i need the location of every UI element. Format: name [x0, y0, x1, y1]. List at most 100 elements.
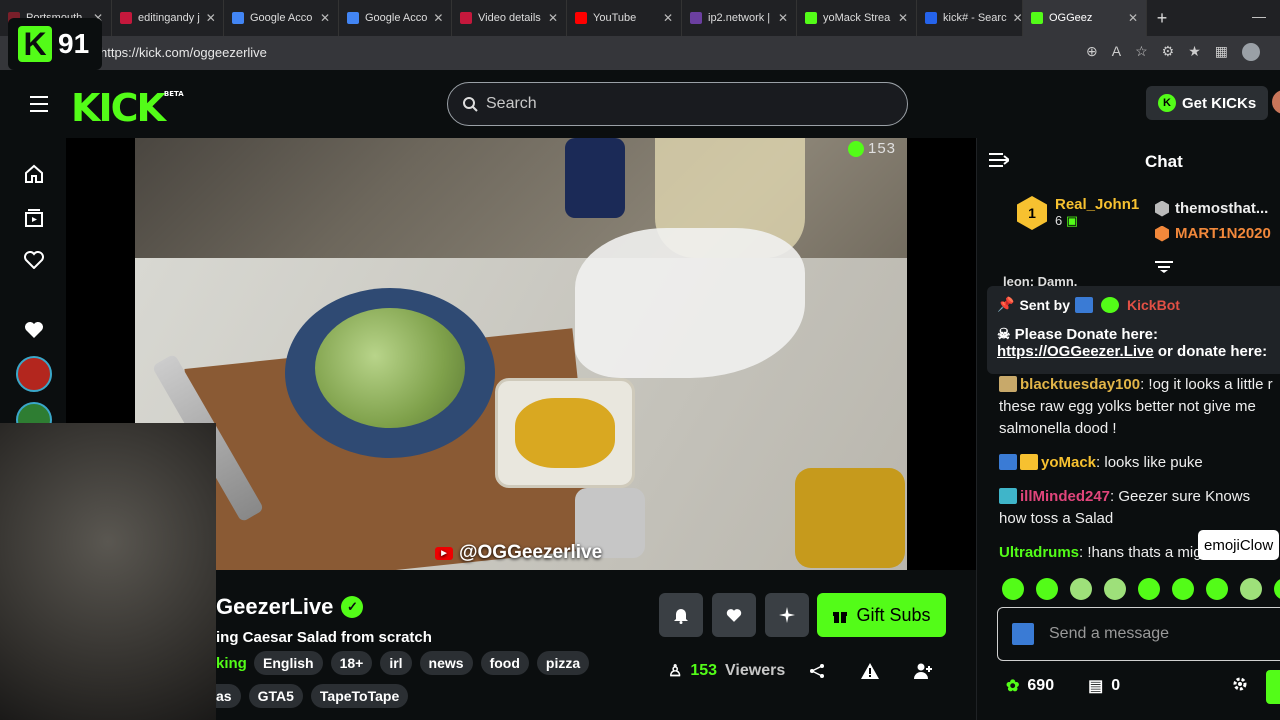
- chat-username[interactable]: yoMack: [1041, 454, 1096, 471]
- emote-icon[interactable]: [1172, 578, 1194, 600]
- stream-tag[interactable]: pizza: [536, 651, 590, 675]
- user-badge-icon: [999, 454, 1017, 470]
- stream-tag[interactable]: TapeToTape: [310, 684, 409, 708]
- stream-tag[interactable]: news: [419, 651, 473, 675]
- profile-avatar[interactable]: [1242, 43, 1260, 61]
- stream-info: GeezerLive ✓ ing Caesar Salad from scrat…: [216, 578, 976, 720]
- browser-tab[interactable]: Video details ✕: [452, 0, 567, 36]
- emote-icon[interactable]: [1240, 578, 1262, 600]
- chat-username[interactable]: blacktuesday100: [1020, 376, 1140, 393]
- drops-icon[interactable]: ▤: [1088, 676, 1103, 696]
- close-tab-icon[interactable]: ✕: [1013, 11, 1022, 25]
- channel-points: 690: [1027, 677, 1055, 694]
- report-icon[interactable]: [861, 662, 879, 680]
- following-heart-icon[interactable]: [22, 248, 46, 272]
- chat-send-button[interactable]: [1266, 670, 1280, 704]
- stream-tag[interactable]: food: [480, 651, 529, 675]
- bell-icon: [674, 609, 688, 624]
- search-bar[interactable]: Search: [447, 82, 908, 126]
- close-tab-icon[interactable]: ✕: [898, 11, 908, 25]
- stream-tag[interactable]: 18+: [330, 651, 373, 675]
- extensions-icon[interactable]: ⚙: [1162, 43, 1175, 61]
- browser-tab[interactable]: YouTube ✕: [567, 0, 682, 36]
- emote-icon[interactable]: [1138, 578, 1160, 600]
- emote-icon[interactable]: [1104, 578, 1126, 600]
- stream-tag[interactable]: as: [216, 684, 241, 708]
- stream-tag[interactable]: English: [254, 651, 323, 675]
- browser-tab[interactable]: ip2.network | ✕: [682, 0, 797, 36]
- menu-icon[interactable]: [30, 96, 48, 117]
- expand-leaderboard-icon[interactable]: [1155, 260, 1173, 278]
- notification-bell-button[interactable]: [659, 593, 703, 637]
- collections-icon[interactable]: ▦: [1215, 43, 1228, 61]
- new-tab-button[interactable]: +: [1147, 8, 1177, 29]
- chat-input-box[interactable]: [997, 607, 1280, 661]
- chat-username[interactable]: Ultradrums: [999, 544, 1079, 561]
- home-icon[interactable]: [22, 162, 46, 186]
- emote-icon[interactable]: [1206, 578, 1228, 600]
- close-tab-icon[interactable]: ✕: [1128, 11, 1138, 25]
- bot-badge-icon: [1075, 296, 1094, 313]
- close-tab-icon[interactable]: ✕: [778, 11, 788, 25]
- browser-tab[interactable]: OGGeez ✕: [1023, 0, 1147, 36]
- sparkle-button[interactable]: [765, 593, 809, 637]
- user-avatar[interactable]: [1272, 90, 1280, 114]
- url-field[interactable]: https://kick.com/oggeezerlive: [100, 45, 267, 60]
- live-viewer-count: 153: [848, 140, 896, 157]
- chat-identity-icon[interactable]: [1012, 623, 1034, 645]
- favorites-icon[interactable]: ★: [1188, 43, 1201, 61]
- close-tab-icon[interactable]: ✕: [548, 11, 558, 25]
- favorite-star-icon[interactable]: ☆: [1135, 43, 1148, 61]
- bronze-rank-icon: [1155, 225, 1169, 242]
- browser-tab[interactable]: kick# - Searc ✕: [917, 0, 1023, 36]
- donate-link[interactable]: https://OGGeezer.Live: [997, 343, 1154, 360]
- close-tab-icon[interactable]: ✕: [663, 11, 673, 25]
- tab-label: YouTube: [593, 12, 637, 24]
- followed-channel-avatar[interactable]: [16, 356, 52, 392]
- add-user-icon[interactable]: [914, 662, 932, 680]
- get-kicks-button[interactable]: K Get KICKs: [1146, 86, 1269, 120]
- tab-favicon-icon: [347, 12, 359, 24]
- leader-name[interactable]: Real_John1: [1055, 196, 1139, 213]
- browser-tab[interactable]: editingandy j ✕: [112, 0, 224, 36]
- stream-tag[interactable]: irl: [380, 651, 412, 675]
- tab-label: kick# - Searc: [943, 12, 1007, 24]
- stream-category[interactable]: king: [216, 655, 247, 672]
- kick-logo[interactable]: KICKBETA: [71, 86, 184, 130]
- tab-favicon-icon: [690, 12, 702, 24]
- kicks-coin-icon: K: [1158, 94, 1176, 112]
- viewers-icon: ♙: [668, 663, 683, 680]
- browser-tab[interactable]: Google Acco ✕: [224, 0, 339, 36]
- zoom-icon[interactable]: ⊕: [1086, 43, 1098, 61]
- read-aloud-icon[interactable]: A: [1112, 43, 1121, 61]
- overlay-count: 91: [58, 28, 90, 59]
- emote-icon[interactable]: [1002, 578, 1024, 600]
- browse-icon[interactable]: [22, 206, 46, 230]
- minimize-icon[interactable]: —: [1252, 8, 1266, 24]
- follow-heart-button[interactable]: [712, 593, 756, 637]
- emote-icon[interactable]: [1070, 578, 1092, 600]
- share-icon[interactable]: [808, 662, 826, 680]
- gift-subs-button[interactable]: Gift Subs: [817, 593, 946, 637]
- emote-icon[interactable]: [1036, 578, 1058, 600]
- chat-username[interactable]: illMinded247: [1020, 488, 1110, 505]
- collapse-chat-icon[interactable]: [989, 152, 1011, 173]
- chat-settings-icon[interactable]: [1232, 676, 1248, 697]
- close-tab-icon[interactable]: ✕: [320, 11, 330, 25]
- tab-label: Google Acco: [250, 12, 313, 24]
- chat-leaderboard-top: 1 Real_John1 6 ▣: [1017, 196, 1139, 230]
- close-tab-icon[interactable]: ✕: [433, 11, 443, 25]
- channel-points-icon[interactable]: ✿: [1006, 676, 1019, 696]
- chat-message: blacktuesday100: !og it looks a little r…: [999, 374, 1280, 440]
- streamer-name[interactable]: GeezerLive ✓: [216, 594, 364, 620]
- emote-icon[interactable]: [1274, 578, 1280, 600]
- browser-tab[interactable]: yoMack Strea ✕: [797, 0, 917, 36]
- chat-message-input[interactable]: [1049, 625, 1269, 643]
- close-tab-icon[interactable]: ✕: [206, 11, 216, 25]
- address-bar: https://kick.com/oggeezerlive ⊕ A ☆ ⚙ ★ …: [0, 36, 1280, 70]
- browser-tab[interactable]: Google Acco ✕: [339, 0, 452, 36]
- stream-tag[interactable]: GTA5: [248, 684, 303, 708]
- rank-badge: 1: [1017, 196, 1047, 230]
- tab-label: Video details: [478, 12, 541, 24]
- heart-icon: [726, 608, 742, 622]
